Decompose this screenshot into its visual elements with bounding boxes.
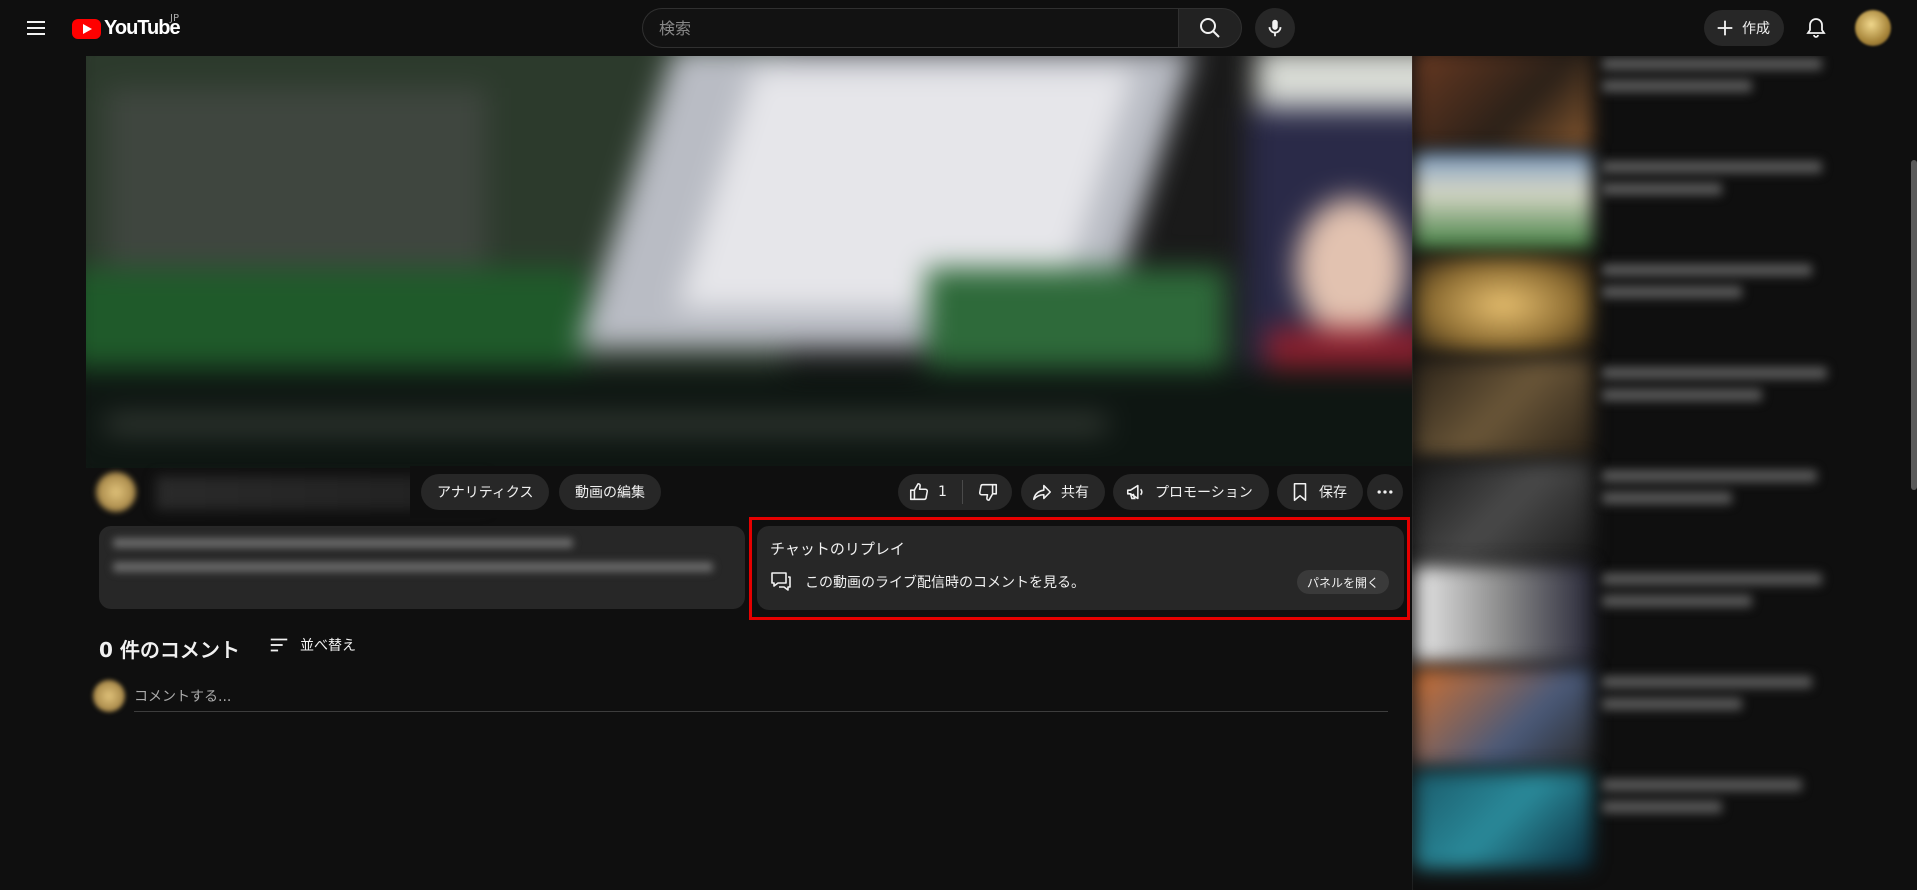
more-actions-button[interactable] [1367,474,1403,510]
chat-replay-title: チャットのリプレイ [770,540,905,558]
more-horizontal-icon [1377,490,1393,494]
video-player[interactable] [86,48,1412,468]
recommendation-info [1602,676,1832,720]
thumbs-down-icon [978,483,997,502]
dislike-button[interactable] [963,474,1012,510]
recommendation-thumbnail[interactable] [1414,668,1592,766]
bookmark-icon [1293,482,1307,502]
page-scrollbar[interactable] [1911,160,1917,490]
mic-icon [1268,19,1282,37]
chat-bubbles-icon [771,572,791,591]
sort-label: 並べ替え [300,638,356,654]
share-button[interactable]: 共有 [1021,474,1105,510]
recommendation-thumbnail[interactable] [1414,771,1592,869]
description-text [113,538,713,598]
channel-avatar[interactable] [96,472,136,512]
like-dislike-group: 1 [898,474,1012,510]
recommendation-thumbnail[interactable] [1414,50,1592,148]
like-button[interactable]: 1 [898,474,962,510]
recommendation-thumbnail[interactable] [1414,462,1592,560]
megaphone-icon [1126,484,1143,500]
search-button[interactable] [1178,8,1242,48]
masthead: YouTube JP 作成 [0,0,1917,56]
share-icon [1032,484,1052,501]
recommendation-info [1602,161,1832,205]
search-box [642,8,1242,48]
sort-icon [270,638,288,652]
promotion-label: プロモーション [1155,485,1253,501]
save-button[interactable]: 保存 [1277,474,1363,510]
recommendation-info [1602,264,1832,308]
video-description[interactable] [99,526,745,609]
like-count: 1 [938,484,947,500]
notifications-button[interactable] [1800,12,1832,44]
chat-replay-description: この動画のライブ配信時のコメントを見る。 [805,575,1085,591]
search-icon [1200,18,1220,38]
recommendation-thumbnail[interactable] [1414,153,1592,251]
menu-icon[interactable] [20,12,52,44]
voice-search-button[interactable] [1255,8,1295,48]
create-label: 作成 [1742,21,1770,37]
recommendations-list [1412,48,1917,890]
open-panel-button[interactable]: パネルを開く [1297,570,1390,594]
plus-icon [1717,20,1733,36]
recommendation-thumbnail[interactable] [1414,565,1592,663]
recommendation-info [1602,367,1832,411]
save-label: 保存 [1319,485,1347,501]
recommendation-info [1602,58,1832,102]
share-label: 共有 [1061,485,1089,501]
recommendation-info [1602,779,1832,823]
thumbs-up-icon [909,482,929,501]
bell-icon [1806,18,1826,38]
youtube-logo[interactable]: YouTube [72,17,181,40]
chat-replay-card: チャットのリプレイ この動画のライブ配信時のコメントを見る。 パネルを開く [757,526,1404,610]
recommendation-info [1602,573,1832,617]
recommendation-thumbnail[interactable] [1414,256,1592,354]
account-avatar[interactable] [1855,10,1891,46]
create-button[interactable]: 作成 [1704,10,1784,46]
video-frame [86,48,1412,468]
promotion-button[interactable]: プロモーション [1113,474,1269,510]
youtube-play-icon [72,18,101,39]
commenter-avatar [93,680,125,712]
edit-video-button[interactable]: 動画の編集 [559,474,661,510]
logo-text: YouTube [104,17,181,39]
comment-count: 0 件のコメント [99,638,240,662]
analytics-button[interactable]: アナリティクス [421,474,550,510]
recommendation-info [1602,470,1832,514]
search-input[interactable] [642,8,1178,48]
comment-input[interactable]: コメントする... [134,684,1388,712]
recommendation-thumbnail[interactable] [1414,359,1592,457]
sort-button[interactable]: 並べ替え [268,634,356,656]
region-code: JP [170,13,179,24]
